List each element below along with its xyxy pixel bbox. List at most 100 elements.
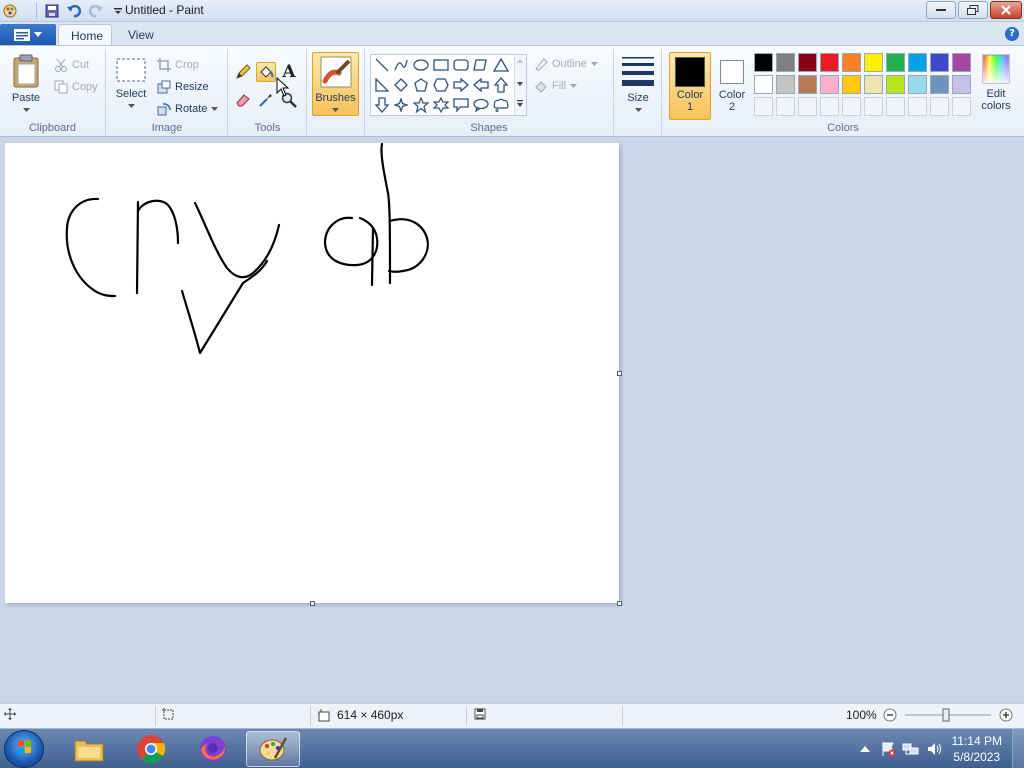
- zoom-in-icon[interactable]: [999, 708, 1013, 722]
- palette-color-swatch[interactable]: [776, 75, 795, 94]
- line-shape-icon[interactable]: [373, 56, 391, 74]
- minimize-button[interactable]: [926, 1, 956, 19]
- help-icon[interactable]: ?: [1005, 27, 1019, 41]
- cut-button[interactable]: Cut: [54, 55, 89, 75]
- palette-color-swatch[interactable]: [908, 75, 927, 94]
- size-button[interactable]: Size: [619, 53, 657, 116]
- right-arrow-shape-icon[interactable]: [452, 76, 470, 94]
- eraser-tool[interactable]: [233, 90, 253, 110]
- outline-dropdown[interactable]: Outline: [534, 54, 598, 74]
- system-clock[interactable]: 11:14 PM 5/8/2023: [952, 733, 1002, 765]
- down-arrow-shape-icon[interactable]: [373, 96, 391, 114]
- polygon-shape-icon[interactable]: [472, 56, 490, 74]
- left-arrow-shape-icon[interactable]: [472, 76, 490, 94]
- cloud-callout-shape-icon[interactable]: [492, 96, 510, 114]
- oval-shape-icon[interactable]: [412, 56, 430, 74]
- four-point-star-shape-icon[interactable]: [392, 96, 410, 114]
- fill-dropdown[interactable]: Fill: [534, 76, 578, 96]
- fill-tool[interactable]: [256, 62, 276, 82]
- redo-icon[interactable]: [87, 2, 105, 20]
- show-desktop-button[interactable]: [1012, 729, 1024, 768]
- pencil-tool[interactable]: [233, 62, 253, 82]
- tab-view[interactable]: View: [116, 24, 166, 46]
- network-icon[interactable]: [902, 741, 920, 757]
- palette-color-swatch[interactable]: [842, 75, 861, 94]
- palette-color-swatch[interactable]: [820, 75, 839, 94]
- zoom-slider[interactable]: [903, 708, 993, 722]
- save-icon[interactable]: [43, 2, 61, 20]
- paint-app-icon[interactable]: [2, 3, 18, 19]
- palette-color-swatch[interactable]: [864, 75, 883, 94]
- stroke-letter-c: [65, 197, 117, 298]
- canvas-resize-handle-corner[interactable]: [617, 601, 622, 606]
- palette-color-swatch[interactable]: [798, 75, 817, 94]
- drawing-canvas[interactable]: [5, 143, 622, 606]
- hexagon-shape-icon[interactable]: [432, 76, 450, 94]
- palette-color-swatch[interactable]: [754, 53, 773, 72]
- palette-custom-swatch[interactable]: [754, 97, 773, 116]
- curve-shape-icon[interactable]: [392, 56, 410, 74]
- crop-button[interactable]: Crop: [157, 55, 199, 75]
- palette-color-swatch[interactable]: [886, 75, 905, 94]
- palette-color-swatch[interactable]: [952, 75, 971, 94]
- color1-button[interactable]: Color 1: [669, 52, 711, 120]
- palette-custom-swatch[interactable]: [798, 97, 817, 116]
- taskbar-chrome[interactable]: [124, 731, 178, 767]
- palette-custom-swatch[interactable]: [864, 97, 883, 116]
- taskbar-explorer[interactable]: [62, 731, 116, 767]
- palette-color-swatch[interactable]: [952, 53, 971, 72]
- palette-color-swatch[interactable]: [908, 53, 927, 72]
- palette-color-swatch[interactable]: [754, 75, 773, 94]
- palette-custom-swatch[interactable]: [842, 97, 861, 116]
- action-center-icon[interactable]: [880, 741, 896, 757]
- palette-color-swatch[interactable]: [886, 53, 905, 72]
- rotate-button[interactable]: Rotate: [157, 99, 219, 119]
- show-hidden-icons-icon[interactable]: [859, 745, 870, 753]
- paint-menu-button[interactable]: [0, 24, 56, 45]
- taskbar-firefox[interactable]: [186, 731, 240, 767]
- diamond-shape-icon[interactable]: [392, 76, 410, 94]
- zoom-out-icon[interactable]: [883, 708, 897, 722]
- canvas-resize-handle-right[interactable]: [617, 371, 622, 376]
- palette-color-swatch[interactable]: [930, 53, 949, 72]
- restore-button[interactable]: [958, 1, 988, 19]
- palette-color-swatch[interactable]: [842, 53, 861, 72]
- rect-callout-shape-icon[interactable]: [452, 96, 470, 114]
- palette-color-swatch[interactable]: [798, 53, 817, 72]
- palette-custom-swatch[interactable]: [908, 97, 927, 116]
- taskbar-paint[interactable]: [246, 731, 300, 767]
- paste-button[interactable]: Paste: [6, 53, 46, 116]
- oval-callout-shape-icon[interactable]: [472, 96, 490, 114]
- tab-home[interactable]: Home: [58, 24, 112, 46]
- five-point-star-shape-icon[interactable]: [412, 96, 430, 114]
- start-button[interactable]: [4, 730, 44, 768]
- resize-button[interactable]: Resize: [157, 77, 209, 97]
- palette-color-swatch[interactable]: [864, 53, 883, 72]
- undo-icon[interactable]: [65, 2, 83, 20]
- color2-button[interactable]: Color 2: [714, 52, 750, 120]
- palette-color-swatch[interactable]: [930, 75, 949, 94]
- color-picker-tool[interactable]: [256, 90, 276, 110]
- palette-custom-swatch[interactable]: [930, 97, 949, 116]
- rectangle-shape-icon[interactable]: [432, 56, 450, 74]
- six-point-star-shape-icon[interactable]: [432, 96, 450, 114]
- triangle-shape-icon[interactable]: [492, 56, 510, 74]
- palette-custom-swatch[interactable]: [820, 97, 839, 116]
- close-button[interactable]: [990, 1, 1022, 19]
- pentagon-shape-icon[interactable]: [412, 76, 430, 94]
- right-triangle-shape-icon[interactable]: [373, 76, 391, 94]
- palette-custom-swatch[interactable]: [776, 97, 795, 116]
- up-arrow-shape-icon[interactable]: [492, 76, 510, 94]
- edit-colors-button[interactable]: Edit colors: [976, 53, 1016, 112]
- select-button[interactable]: Select: [113, 55, 149, 112]
- palette-custom-swatch[interactable]: [886, 97, 905, 116]
- canvas-resize-handle-bottom[interactable]: [310, 601, 315, 606]
- palette-color-swatch[interactable]: [776, 53, 795, 72]
- rounded-rectangle-shape-icon[interactable]: [452, 56, 470, 74]
- volume-icon[interactable]: [926, 741, 944, 757]
- copy-button[interactable]: Copy: [54, 77, 98, 97]
- brushes-button[interactable]: Brushes: [312, 52, 359, 116]
- palette-custom-swatch[interactable]: [952, 97, 971, 116]
- palette-color-swatch[interactable]: [820, 53, 839, 72]
- shapes-scrollbar[interactable]: [514, 55, 526, 115]
